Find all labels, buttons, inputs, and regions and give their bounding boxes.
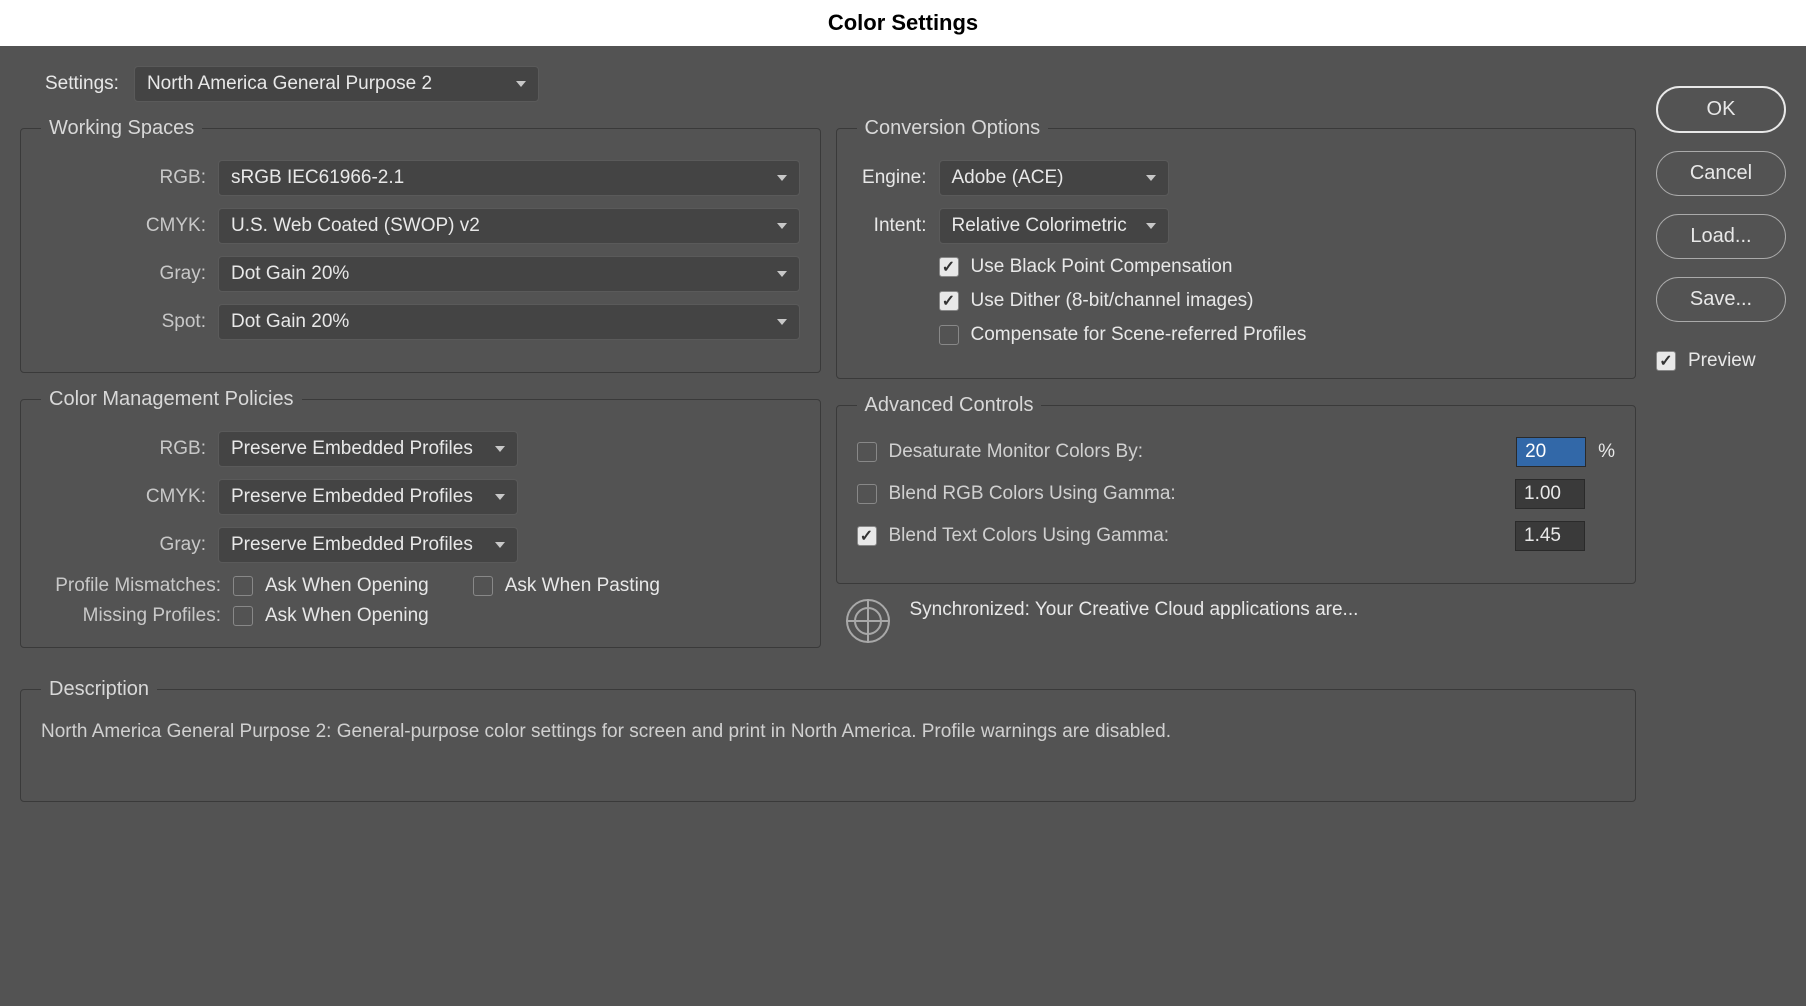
ask-when-pasting-label: Ask When Pasting — [505, 575, 660, 597]
cm-cmyk-label: CMYK: — [41, 486, 206, 508]
sync-text: Synchronized: Your Creative Cloud applic… — [910, 599, 1627, 621]
advanced-controls-legend: Advanced Controls — [857, 394, 1042, 417]
settings-dropdown[interactable]: North America General Purpose 2 — [134, 66, 539, 102]
desaturate-label: Desaturate Monitor Colors By: — [889, 441, 1505, 463]
ws-gray-label: Gray: — [41, 263, 206, 285]
cm-gray-value: Preserve Embedded Profiles — [231, 534, 473, 556]
cm-rgb-value: Preserve Embedded Profiles — [231, 438, 473, 460]
description-legend: Description — [41, 678, 157, 701]
dialog-title: Color Settings — [0, 0, 1806, 46]
description-section: Description North America General Purpos… — [20, 678, 1636, 802]
cm-gray-label: Gray: — [41, 534, 206, 556]
ask-when-opening-label: Ask When Opening — [265, 575, 429, 597]
missing-ask-opening-checkbox[interactable] — [233, 606, 253, 626]
ws-gray-dropdown[interactable]: Dot Gain 20% — [218, 256, 800, 292]
conversion-options-section: Conversion Options Engine: Adobe (ACE) I… — [836, 117, 1637, 379]
missing-ask-opening-label: Ask When Opening — [265, 605, 429, 627]
missing-profiles-label: Missing Profiles: — [41, 605, 221, 627]
working-spaces-section: Working Spaces RGB: sRGB IEC61966-2.1 CM… — [20, 117, 821, 373]
dither-checkbox[interactable] — [939, 291, 959, 311]
blend-text-checkbox[interactable] — [857, 526, 877, 546]
blend-text-label: Blend Text Colors Using Gamma: — [889, 525, 1504, 547]
desaturate-checkbox[interactable] — [857, 442, 877, 462]
ws-rgb-value: sRGB IEC61966-2.1 — [231, 167, 404, 189]
profile-mismatch-label: Profile Mismatches: — [41, 575, 221, 597]
black-point-checkbox[interactable] — [939, 257, 959, 277]
conversion-options-legend: Conversion Options — [857, 117, 1049, 140]
desaturate-input[interactable] — [1516, 437, 1586, 467]
cm-gray-dropdown[interactable]: Preserve Embedded Profiles — [218, 527, 518, 563]
sync-icon — [846, 599, 890, 643]
desaturate-suffix: % — [1598, 441, 1615, 463]
ws-cmyk-value: U.S. Web Coated (SWOP) v2 — [231, 215, 480, 237]
cm-cmyk-value: Preserve Embedded Profiles — [231, 486, 473, 508]
color-management-legend: Color Management Policies — [41, 388, 302, 411]
intent-dropdown[interactable]: Relative Colorimetric — [939, 208, 1169, 244]
color-management-section: Color Management Policies RGB: Preserve … — [20, 388, 821, 648]
preview-checkbox[interactable] — [1656, 351, 1676, 371]
cancel-button[interactable]: Cancel — [1656, 151, 1786, 196]
blend-text-input[interactable] — [1515, 521, 1585, 551]
ws-cmyk-label: CMYK: — [41, 215, 206, 237]
dither-label: Use Dither (8-bit/channel images) — [971, 290, 1254, 312]
engine-dropdown[interactable]: Adobe (ACE) — [939, 160, 1169, 196]
scene-referred-label: Compensate for Scene-referred Profiles — [971, 324, 1307, 346]
working-spaces-legend: Working Spaces — [41, 117, 202, 140]
intent-value: Relative Colorimetric — [952, 215, 1127, 237]
cm-rgb-dropdown[interactable]: Preserve Embedded Profiles — [218, 431, 518, 467]
intent-label: Intent: — [857, 215, 927, 237]
blend-rgb-label: Blend RGB Colors Using Gamma: — [889, 483, 1504, 505]
ws-spot-dropdown[interactable]: Dot Gain 20% — [218, 304, 800, 340]
cm-rgb-label: RGB: — [41, 438, 206, 460]
ws-spot-label: Spot: — [41, 311, 206, 333]
ws-gray-value: Dot Gain 20% — [231, 263, 349, 285]
ws-cmyk-dropdown[interactable]: U.S. Web Coated (SWOP) v2 — [218, 208, 800, 244]
cm-cmyk-dropdown[interactable]: Preserve Embedded Profiles — [218, 479, 518, 515]
engine-label: Engine: — [857, 167, 927, 189]
save-button[interactable]: Save... — [1656, 277, 1786, 322]
advanced-controls-section: Advanced Controls Desaturate Monitor Col… — [836, 394, 1637, 584]
ask-when-pasting-checkbox[interactable] — [473, 576, 493, 596]
load-button[interactable]: Load... — [1656, 214, 1786, 259]
ok-button[interactable]: OK — [1656, 86, 1786, 133]
ws-rgb-label: RGB: — [41, 167, 206, 189]
scene-referred-checkbox[interactable] — [939, 325, 959, 345]
ws-rgb-dropdown[interactable]: sRGB IEC61966-2.1 — [218, 160, 800, 196]
description-text: North America General Purpose 2: General… — [41, 721, 1615, 781]
blend-rgb-checkbox[interactable] — [857, 484, 877, 504]
settings-label: Settings: — [45, 73, 119, 95]
blend-rgb-input[interactable] — [1515, 479, 1585, 509]
preview-label: Preview — [1688, 350, 1756, 372]
settings-value: North America General Purpose 2 — [147, 73, 432, 95]
engine-value: Adobe (ACE) — [952, 167, 1064, 189]
ws-spot-value: Dot Gain 20% — [231, 311, 349, 333]
black-point-label: Use Black Point Compensation — [971, 256, 1233, 278]
ask-when-opening-checkbox[interactable] — [233, 576, 253, 596]
